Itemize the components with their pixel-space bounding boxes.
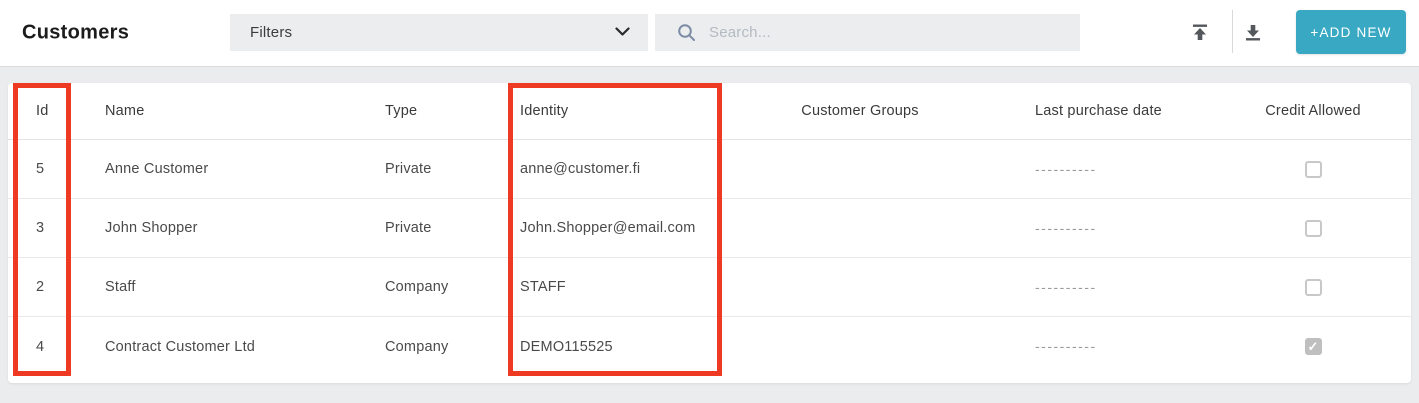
cell-identity: anne@customer.fi [520, 161, 641, 177]
credit-allowed-checkbox[interactable] [1304, 160, 1322, 178]
cell-id: 3 [36, 220, 45, 236]
table-row[interactable]: 4 Contract Customer Ltd Company DEMO1155… [8, 317, 1411, 376]
credit-allowed-checkbox[interactable] [1304, 278, 1322, 296]
download-button[interactable] [1235, 14, 1271, 50]
search-icon [678, 24, 695, 41]
cell-last-purchase-date: ---------- [1035, 338, 1097, 354]
search-input[interactable] [709, 24, 1039, 41]
cell-last-purchase-date: ---------- [1035, 160, 1097, 177]
cell-type: Company [385, 279, 449, 295]
column-header-credit-allowed: Credit Allowed [1265, 103, 1361, 119]
credit-allowed-checkbox[interactable] [1304, 219, 1322, 237]
toolbar-divider [1232, 10, 1233, 53]
table-header-row: Id Name Type Identity Customer Groups La… [8, 83, 1411, 140]
column-header-last-purchase-date: Last purchase date [1035, 103, 1162, 119]
cell-last-purchase-date: ---------- [1035, 219, 1097, 236]
customers-table-card: Id Name Type Identity Customer Groups La… [8, 83, 1411, 383]
cell-type: Company [385, 338, 449, 355]
add-new-button[interactable]: +ADD NEW [1296, 10, 1406, 54]
cell-id: 4 [36, 338, 45, 355]
upload-icon [1193, 24, 1207, 40]
top-bar: Customers Filters +ADD NEW [0, 0, 1419, 67]
chevron-down-icon [615, 24, 630, 42]
cell-name: John Shopper [105, 220, 198, 236]
search-box [655, 14, 1080, 51]
column-header-type: Type [385, 103, 418, 119]
page-title: Customers [22, 21, 130, 44]
column-header-id: Id [36, 103, 49, 119]
table-row[interactable]: 2 Staff Company STAFF ---------- [8, 258, 1411, 317]
cell-name: Contract Customer Ltd [105, 338, 256, 355]
filters-label: Filters [250, 24, 293, 41]
cell-id: 2 [36, 279, 45, 295]
cell-type: Private [385, 161, 432, 177]
cell-name: Anne Customer [105, 161, 209, 177]
column-header-identity: Identity [520, 103, 569, 119]
table-row[interactable]: 5 Anne Customer Private anne@customer.fi… [8, 140, 1411, 199]
cell-identity: STAFF [520, 279, 566, 295]
cell-identity: DEMO115525 [520, 338, 613, 355]
cell-id: 5 [36, 161, 45, 177]
cell-last-purchase-date: ---------- [1035, 278, 1097, 295]
download-icon [1246, 25, 1260, 41]
cell-identity: John.Shopper@email.com [520, 220, 696, 236]
column-header-customer-groups: Customer Groups [801, 103, 919, 119]
filters-dropdown[interactable]: Filters [230, 14, 648, 51]
table-row[interactable]: 3 John Shopper Private John.Shopper@emai… [8, 199, 1411, 258]
cell-name: Staff [105, 279, 136, 295]
upload-button[interactable] [1182, 14, 1218, 50]
cell-type: Private [385, 220, 432, 236]
credit-allowed-checkbox[interactable] [1304, 338, 1322, 355]
content-area: Id Name Type Identity Customer Groups La… [0, 67, 1419, 383]
column-header-name: Name [105, 103, 145, 119]
